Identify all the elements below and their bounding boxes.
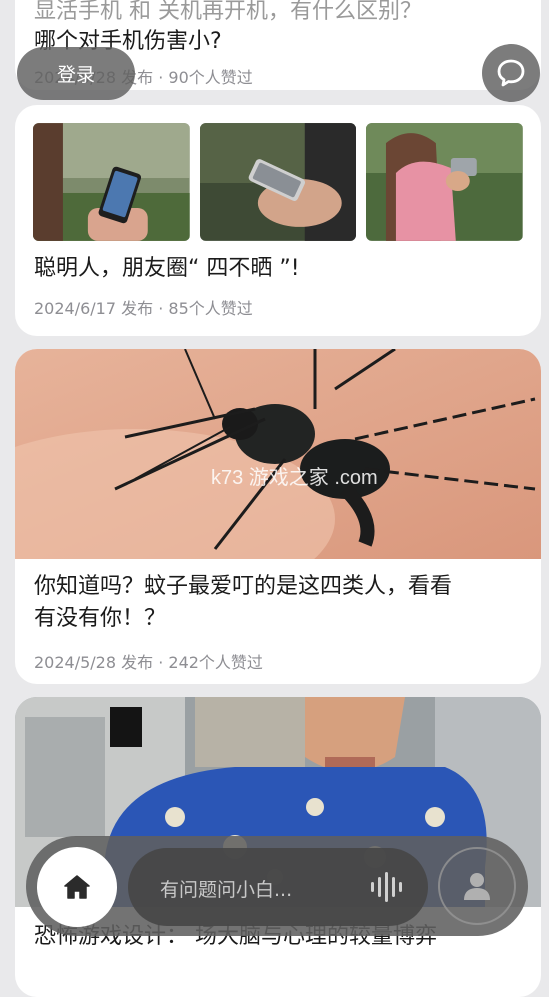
login-button[interactable]: 登录: [17, 47, 135, 100]
thumbnail-image: [366, 123, 524, 241]
article-hero-image: k73 游戏之家 .com: [15, 349, 541, 559]
article-card[interactable]: k73 游戏之家 .com 你知道吗？蚊子最爱叮的是这四类人，看看 有没有你！？…: [15, 349, 541, 684]
article-meta: 2024/6/17 发布 · 85个人赞过: [34, 299, 253, 318]
chat-button[interactable]: [482, 44, 540, 102]
thumbnail-image: [199, 123, 357, 241]
user-icon: [464, 873, 490, 900]
article-title: 显活手机 和 关机再开机，有什么区别？: [34, 0, 422, 24]
article-title: 你知道吗？蚊子最爱叮的是这四类人，看看 有没有你！？: [34, 574, 453, 631]
thumbnail-image: [33, 123, 190, 241]
article-card[interactable]: 聪明人，朋友圈“ 四不晒 ”! 2024/6/17 发布 · 85个人赞过: [15, 105, 541, 336]
watermark-text: k73 游戏之家 .com: [211, 466, 378, 489]
article-meta: 2024/5/28 发布 · 242个人赞过: [34, 653, 263, 672]
home-icon: [64, 875, 90, 899]
article-feed: 显活手机 和 关机再开机，有什么区别？ 哪个对手机伤害小? 2024/5/28 …: [0, 0, 549, 997]
login-label: 登录: [56, 64, 95, 86]
article-title: 聪明人，朋友圈“ 四不晒 ”!: [34, 256, 300, 281]
home-button[interactable]: [37, 847, 117, 927]
ask-input[interactable]: 有问题问小白...: [128, 848, 428, 926]
chat-bubble-icon: [497, 59, 525, 87]
bottom-navigation-bar: 有问题问小白...: [26, 836, 528, 936]
profile-button[interactable]: [438, 847, 516, 925]
thumbnail-row: [15, 105, 541, 241]
ask-placeholder: 有问题问小白...: [160, 879, 293, 901]
voice-wave-icon[interactable]: [368, 872, 408, 902]
